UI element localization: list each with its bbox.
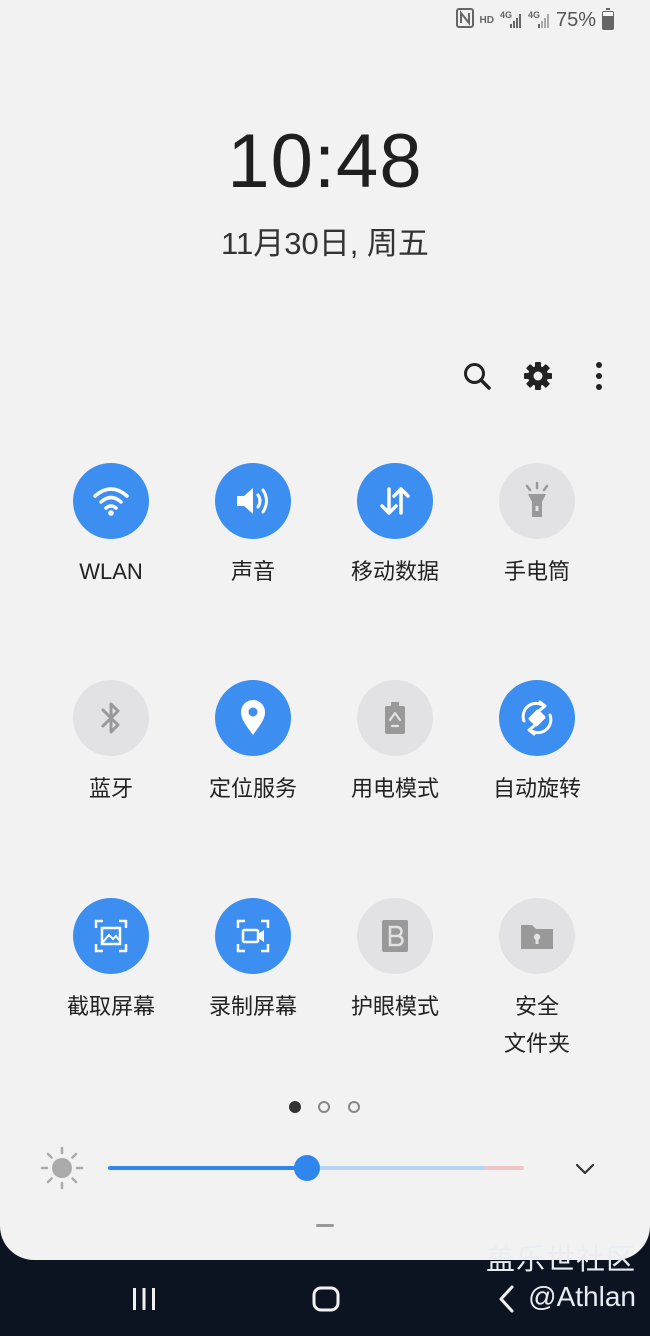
- flashlight-icon: [525, 481, 549, 517]
- tile-label: 声音: [230, 559, 275, 584]
- recents-button[interactable]: [128, 1286, 160, 1317]
- gear-icon: [524, 362, 552, 390]
- location-toggle[interactable]: [215, 680, 291, 756]
- nfc-icon: [455, 7, 474, 33]
- tile-location[interactable]: 定位服务: [183, 680, 323, 807]
- home-button[interactable]: [310, 1284, 342, 1319]
- screenshot-icon: [94, 919, 128, 953]
- battery-recycle-icon: [385, 702, 405, 734]
- hd-label: HD: [479, 14, 494, 26]
- tile-label: 自动旋转: [492, 776, 581, 801]
- page-dot-active[interactable]: [289, 1101, 301, 1113]
- tile-screenshot[interactable]: 截取屏幕: [41, 898, 181, 1025]
- tile-label: 安全 文件夹: [467, 988, 607, 1062]
- status-bar: HD 4G 4G 75%: [455, 6, 614, 34]
- tile-label: 蓝牙: [88, 776, 133, 801]
- secure-folder-icon: [521, 925, 553, 949]
- blue-light-filter-icon: [382, 920, 408, 952]
- flashlight-toggle[interactable]: [499, 463, 575, 539]
- back-icon: [499, 1285, 514, 1313]
- screenshot-button[interactable]: [73, 898, 149, 974]
- tile-label: 用电模式: [350, 776, 439, 801]
- tile-auto-rotate[interactable]: 自动旋转: [467, 680, 607, 807]
- power-mode-toggle[interactable]: [357, 680, 433, 756]
- tile-label: 截取屏幕: [66, 994, 155, 1019]
- home-icon: [312, 1286, 340, 1312]
- tile-eye-comfort[interactable]: 护眼模式: [325, 898, 465, 1025]
- bluetooth-toggle[interactable]: [73, 680, 149, 756]
- bluetooth-icon: [101, 702, 120, 734]
- signal-icon: 4G: [528, 10, 550, 30]
- brightness-track-filled[interactable]: [108, 1166, 308, 1170]
- sun-icon: [40, 1146, 84, 1195]
- tile-bluetooth[interactable]: 蓝牙: [41, 680, 181, 807]
- wifi-icon: [93, 487, 129, 516]
- search-button[interactable]: [457, 356, 497, 396]
- brightness-expand-button[interactable]: [572, 1156, 598, 1185]
- back-button[interactable]: [496, 1284, 516, 1319]
- tile-label: 护眼模式: [350, 994, 439, 1019]
- tile-sound[interactable]: 声音: [183, 463, 323, 590]
- tile-label-line: 安全: [514, 994, 559, 1019]
- brightness-thumb[interactable]: [294, 1155, 320, 1181]
- tile-label: 定位服务: [208, 776, 297, 801]
- signal-icon: 4G: [500, 10, 522, 30]
- secure-folder-button[interactable]: [499, 898, 575, 974]
- screen-record-icon: [236, 919, 270, 953]
- tile-label: 移动数据: [350, 559, 439, 584]
- battery-icon: [602, 7, 614, 30]
- tile-secure-folder[interactable]: 安全 文件夹: [467, 898, 607, 1062]
- watermark-handle: @Athlan: [528, 1281, 636, 1312]
- mobile-data-toggle[interactable]: [357, 463, 433, 539]
- clock-time: 10:48: [227, 119, 423, 204]
- settings-button[interactable]: [518, 356, 558, 396]
- tile-label: WLAN: [79, 559, 143, 584]
- tile-label: 录制屏幕: [208, 994, 297, 1019]
- battery-percentage: 75%: [555, 8, 596, 31]
- speaker-icon: [237, 488, 268, 514]
- brightness-track-empty[interactable]: [308, 1166, 486, 1170]
- auto-rotate-toggle[interactable]: [499, 680, 575, 756]
- chevron-down-icon: [575, 1163, 595, 1175]
- eye-comfort-toggle[interactable]: [357, 898, 433, 974]
- brightness-track-high-zone[interactable]: [486, 1166, 524, 1170]
- quick-panel: HD 4G 4G 75% 10:48 11月30日, 周五 WLAN 声音 移动…: [0, 0, 650, 1260]
- auto-rotate-icon: [521, 700, 553, 736]
- search-icon: [464, 363, 491, 390]
- clock-date: 11月30日, 周五: [221, 226, 429, 261]
- wlan-toggle[interactable]: [73, 463, 149, 539]
- tile-mobile-data[interactable]: 移动数据: [325, 463, 465, 590]
- page-dot[interactable]: [318, 1101, 330, 1113]
- tile-wlan[interactable]: WLAN: [41, 463, 181, 590]
- location-icon: [241, 700, 265, 735]
- tile-screen-record[interactable]: 录制屏幕: [183, 898, 323, 1025]
- recents-icon: [133, 1288, 155, 1310]
- panel-handle[interactable]: [316, 1224, 334, 1227]
- data-transfer-icon: [380, 487, 410, 515]
- more-options-button[interactable]: [579, 356, 619, 396]
- tile-power-mode[interactable]: 用电模式: [325, 680, 465, 807]
- tile-label-line: 文件夹: [503, 1031, 570, 1056]
- page-dot[interactable]: [348, 1101, 360, 1113]
- tile-label: 手电筒: [503, 559, 570, 584]
- sound-toggle[interactable]: [215, 463, 291, 539]
- more-vertical-icon: [596, 362, 602, 390]
- watermark-text: 盖乐世社区: [485, 1244, 636, 1276]
- screen-record-button[interactable]: [215, 898, 291, 974]
- tile-flashlight[interactable]: 手电筒: [467, 463, 607, 590]
